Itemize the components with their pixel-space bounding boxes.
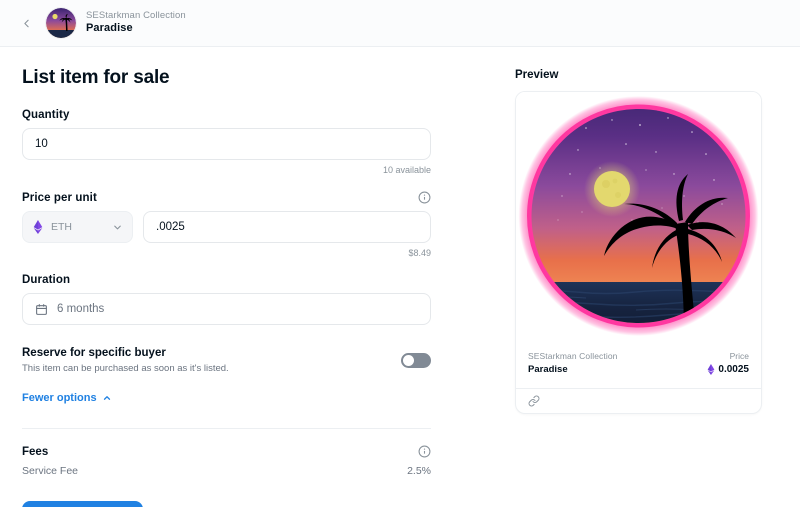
preview-card-left: SEStarkman Collection Paradise <box>528 351 618 375</box>
chevron-up-icon <box>103 396 110 400</box>
toggle-knob <box>403 355 414 366</box>
preview-card[interactable]: SEStarkman Collection Paradise Price 0.0… <box>515 91 762 414</box>
quantity-input[interactable]: 10 <box>22 128 431 160</box>
paradise-sunset-artwork-icon <box>516 92 761 340</box>
avatar[interactable] <box>46 8 76 38</box>
calendar-icon <box>36 303 47 315</box>
preview-collection-name: SEStarkman Collection <box>528 351 618 361</box>
price-input[interactable]: .0025 <box>143 211 431 243</box>
token-select[interactable]: ETH <box>22 211 133 243</box>
reserve-buyer-title: Reserve for specific buyer <box>22 347 166 359</box>
reserve-buyer-description: This item can be purchased as soon as it… <box>22 363 229 374</box>
preview-price-label: Price <box>729 351 749 361</box>
price-label: Price per unit <box>22 191 97 204</box>
fewer-options-toggle[interactable]: Fewer options <box>22 392 112 404</box>
back-button[interactable] <box>16 13 36 33</box>
list-item-for-sale-page: SEStarkman Collection Paradise List item… <box>0 0 800 507</box>
fee-name: Service Fee <box>22 465 79 477</box>
fewer-options-label: Fewer options <box>22 392 97 404</box>
fees-info-icon[interactable] <box>418 445 431 458</box>
duration-value: 6 months <box>57 303 105 315</box>
preview-card-footer <box>516 388 761 413</box>
price-label-row: Price per unit <box>22 191 431 204</box>
ethereum-icon <box>33 220 43 234</box>
page-title: List item for sale <box>22 67 170 88</box>
header-collection-name: SEStarkman Collection <box>86 10 186 22</box>
fees-title: Fees <box>22 445 49 458</box>
price-input-row: ETH .0025 <box>22 211 431 243</box>
fees-header: Fees <box>22 445 431 458</box>
preview-card-right: Price 0.0025 <box>707 351 749 375</box>
header-text: SEStarkman Collection Paradise <box>86 10 186 36</box>
reserve-buyer-row: Reserve for specific buyer This item can… <box>22 347 431 374</box>
preview-card-info: SEStarkman Collection Paradise Price 0.0… <box>516 340 761 388</box>
header-item-name: Paradise <box>86 22 133 35</box>
quantity-label: Quantity <box>22 109 70 121</box>
quantity-field-group: Quantity 10 10 available <box>22 109 481 175</box>
chevron-left-icon <box>23 19 29 27</box>
collection-avatar-icon <box>46 8 76 38</box>
duration-label: Duration <box>22 274 71 286</box>
preview-price: 0.0025 <box>707 364 749 375</box>
preview-price-value: 0.0025 <box>718 364 749 375</box>
duration-field-group: Duration 6 months <box>22 274 481 325</box>
preview-panel: Preview SEStarkman Collection Paradise P… <box>503 47 800 507</box>
reserve-buyer-text: Reserve for specific buyer This item can… <box>22 347 229 374</box>
preview-label: Preview <box>515 69 559 81</box>
fee-row: Service Fee 2.5% <box>22 465 431 477</box>
quantity-value: 10 <box>35 138 48 150</box>
duration-select[interactable]: 6 months <box>22 293 431 325</box>
quantity-available-hint: 10 available <box>382 165 431 175</box>
chevron-down-icon <box>114 225 121 229</box>
ethereum-icon <box>708 364 715 375</box>
section-divider <box>22 428 431 429</box>
price-info-icon[interactable] <box>418 191 431 204</box>
preview-artwork <box>516 92 761 340</box>
token-symbol: ETH <box>51 221 72 233</box>
page-header: SEStarkman Collection Paradise <box>0 0 800 47</box>
price-fiat-value: $8.49 <box>408 248 431 258</box>
listing-form: List item for sale Quantity 10 10 availa… <box>0 47 503 507</box>
price-value: .0025 <box>156 221 185 233</box>
price-field-group: Price per unit ETH .0025 $8.49 <box>22 191 481 258</box>
complete-listing-button[interactable]: Complete listing <box>22 501 144 507</box>
reserve-buyer-toggle[interactable] <box>401 353 431 368</box>
chain-link-icon[interactable] <box>528 395 540 407</box>
page-body: List item for sale Quantity 10 10 availa… <box>0 47 800 507</box>
fee-value: 2.5% <box>407 465 431 477</box>
preview-item-name: Paradise <box>528 364 568 375</box>
